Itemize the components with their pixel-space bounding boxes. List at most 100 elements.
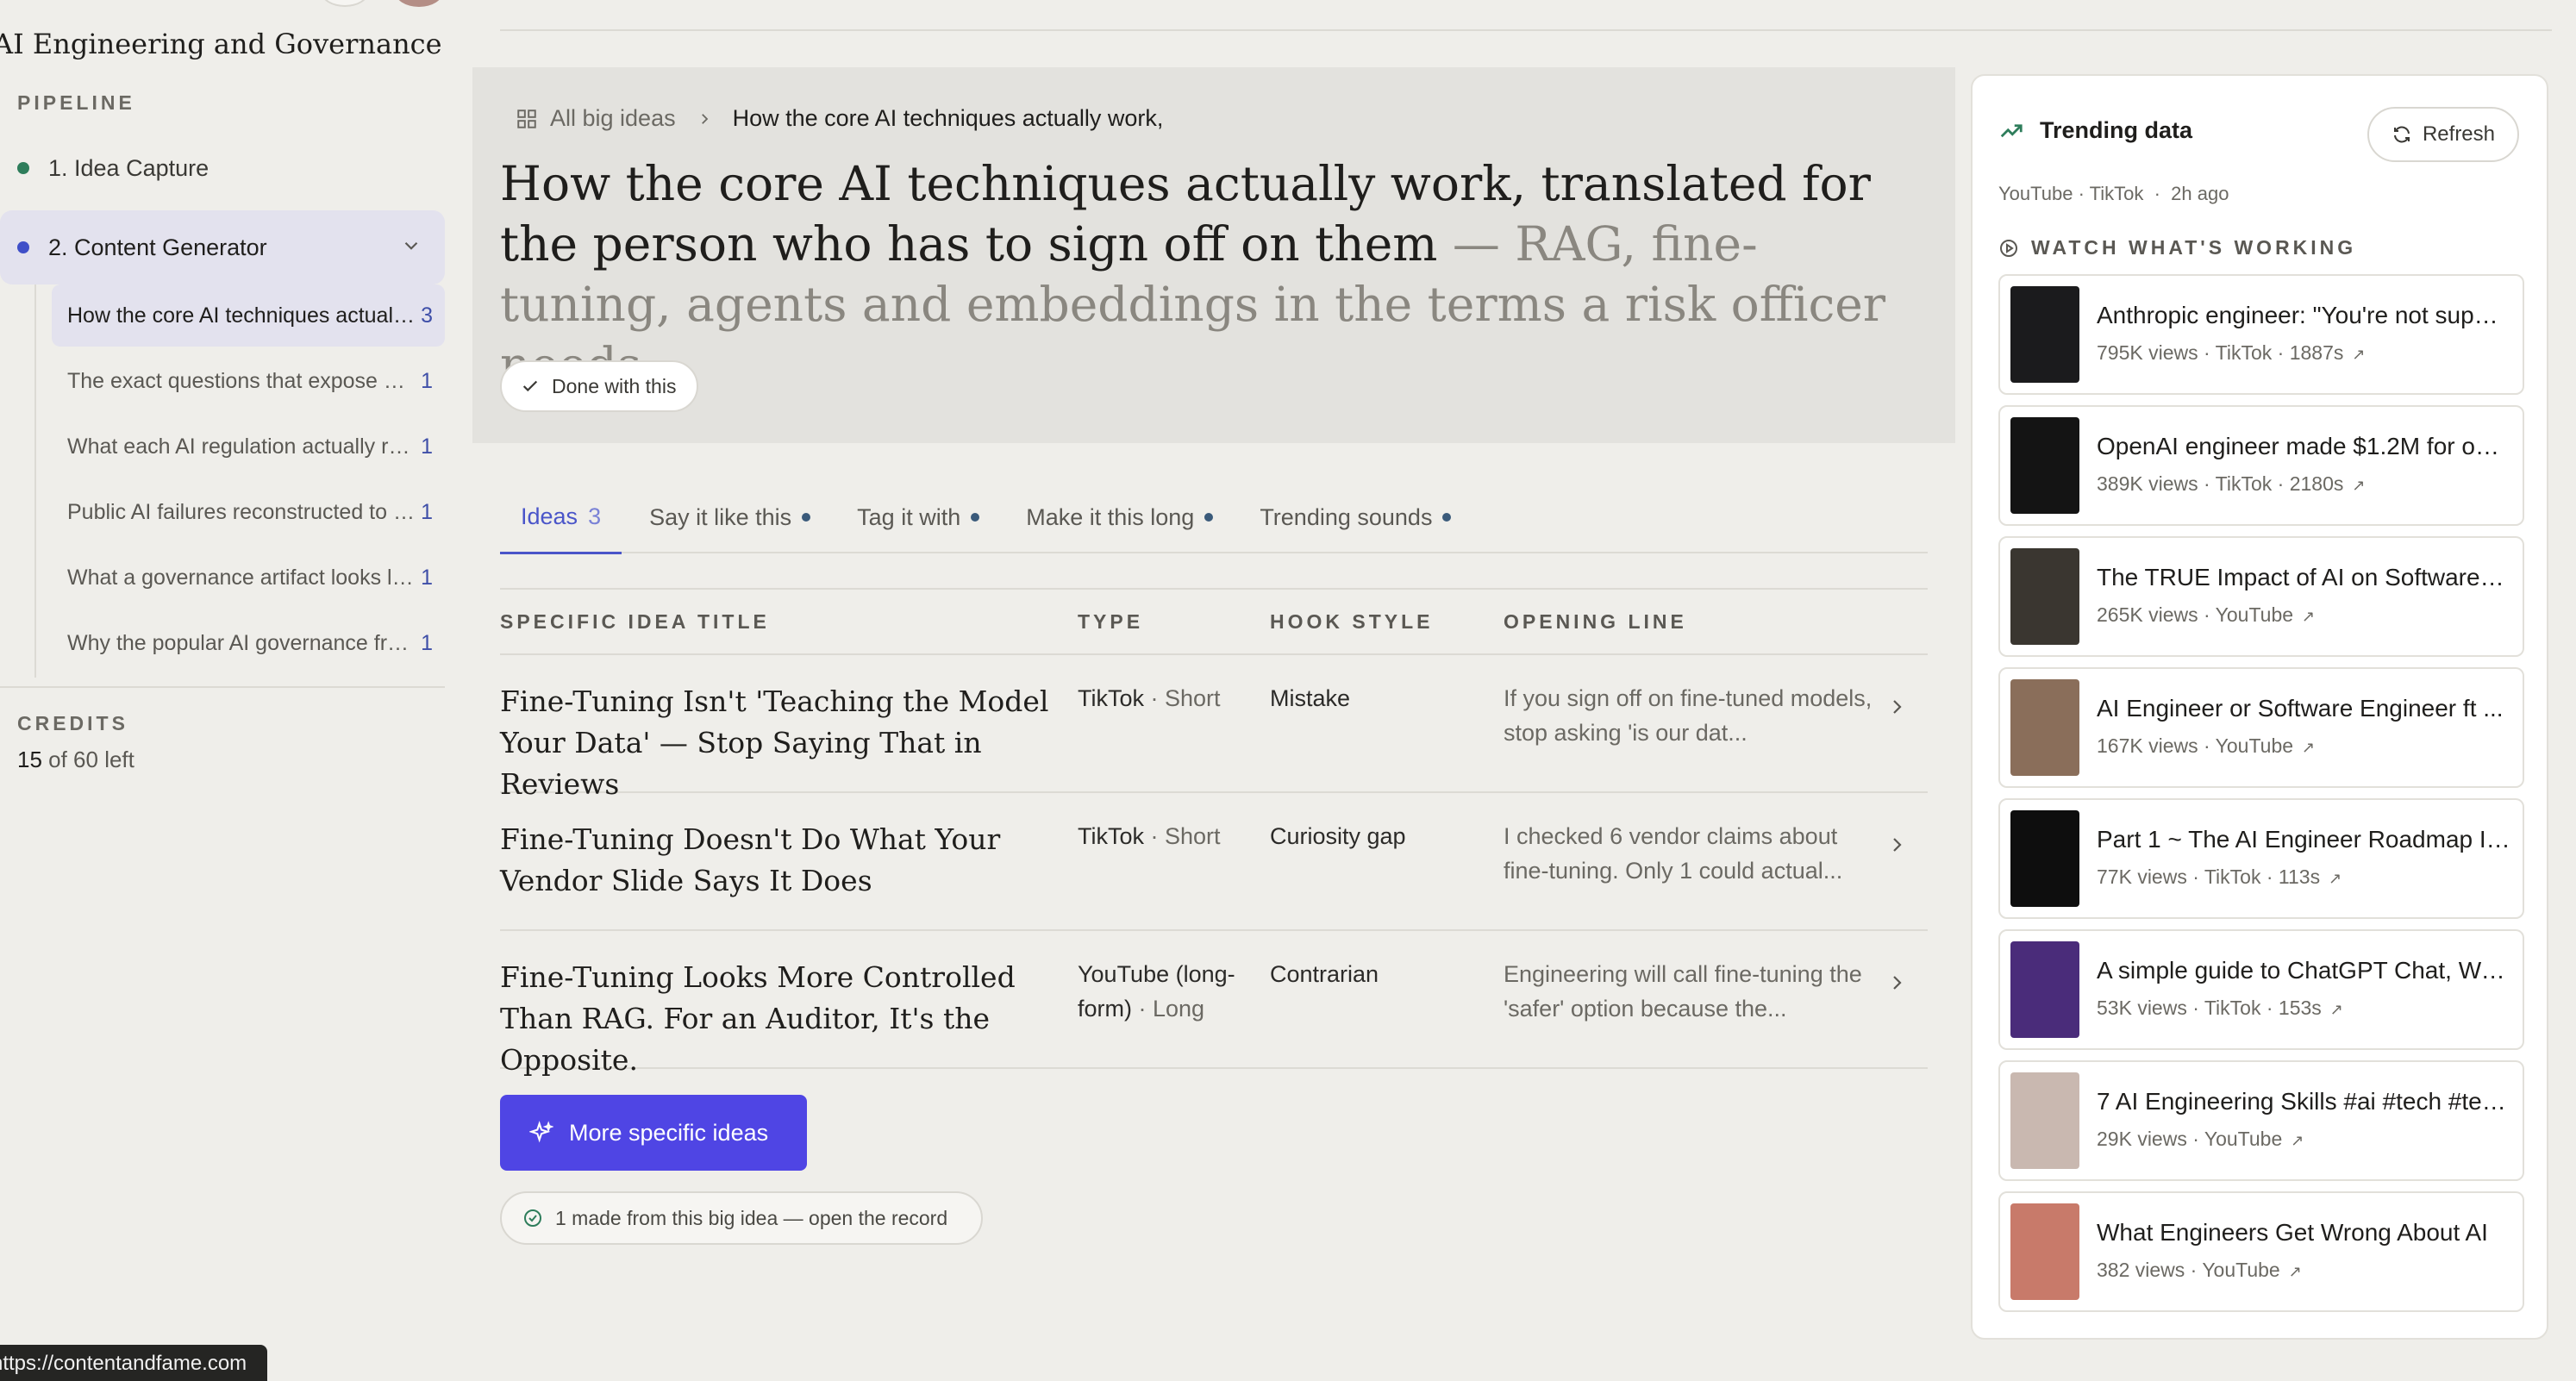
idea-title: Fine-Tuning Isn't 'Teaching the Model Yo… [500, 684, 1049, 801]
trending-up-icon [2000, 123, 2023, 137]
workspace-title: AI Engineering and Governance [0, 28, 442, 60]
status-dot [971, 513, 980, 522]
status-dot [802, 513, 811, 522]
done-label: Done with this [552, 374, 677, 397]
status-dot [1204, 513, 1214, 522]
step-label: 2. Content Generator [48, 234, 267, 260]
trending-sources: YouTube · TikTok · 2h ago [1998, 183, 2229, 204]
video-card[interactable]: OpenAI engineer made $1.2M for one... 38… [1998, 405, 2524, 526]
external-link-icon: ↗ [2302, 608, 2316, 625]
breadcrumb-current: How the core AI techniques actually work… [732, 105, 1164, 131]
ideas-table: SPECIFIC IDEA TITLE TYPE HOOK STYLE OPEN… [500, 588, 1928, 1077]
big-idea-label: How the core AI techniques actually work… [67, 303, 416, 328]
video-views: 77K views [2097, 865, 2187, 888]
chevron-down-icon[interactable] [400, 234, 422, 257]
watch-label-text: WATCH WHAT'S WORKING [2031, 236, 2357, 259]
big-idea-count: 1 [421, 499, 433, 524]
tab-label: Tag it with [857, 503, 961, 530]
credits-rest: of 60 left [41, 747, 134, 772]
external-link-icon: ↗ [2288, 1263, 2302, 1280]
credits-remaining: 15 of 60 left [17, 747, 134, 773]
video-platform: YouTube [2215, 734, 2294, 757]
external-link-icon: ↗ [2302, 739, 2316, 756]
big-idea-item[interactable]: Public AI failures reconstructed to show… [52, 481, 445, 543]
video-title: What Engineers Get Wrong About AI [2097, 1219, 2488, 1246]
top-divider [500, 29, 2552, 31]
video-card[interactable]: AI Engineer or Software Engineer ft ... … [1998, 667, 2524, 788]
help-button[interactable] [321, 0, 369, 7]
check-icon [522, 380, 538, 392]
column-header: OPENING LINE [1504, 610, 1687, 633]
tab-make-it-this-long[interactable]: Make it this long [1026, 481, 1214, 553]
video-card[interactable]: Anthropic engineer: "You're not supposed… [1998, 274, 2524, 395]
user-avatar[interactable] [395, 0, 443, 7]
tab-say-it-like-this[interactable]: Say it like this [649, 481, 811, 553]
big-idea-label: The exact questions that expose weak AI … [67, 368, 416, 393]
tab-ideas[interactable]: Ideas 3 [500, 481, 622, 554]
column-header: SPECIFIC IDEA TITLE [500, 610, 770, 633]
big-idea-label: What a governance artifact looks like wh… [67, 565, 416, 590]
big-idea-item[interactable]: What each AI regulation actually require… [52, 416, 445, 478]
chevron-right-icon[interactable] [1886, 834, 1907, 855]
refresh-button[interactable]: Refresh [2367, 107, 2519, 162]
big-idea-item[interactable]: What a governance artifact looks like wh… [52, 547, 445, 609]
credits-label: CREDITS [17, 712, 128, 734]
trending-header: Trending data [1998, 117, 2192, 144]
video-thumbnail [2010, 941, 2079, 1038]
idea-hook-style: Mistake [1270, 685, 1351, 711]
status-url: https://contentandfame.com [0, 1352, 247, 1375]
idea-type: TikTok · Short [1078, 685, 1221, 711]
more-ideas-button[interactable]: More specific ideas [500, 1095, 807, 1171]
tab-trending-sounds[interactable]: Trending sounds [1260, 481, 1452, 553]
refresh-icon [2393, 126, 2410, 143]
video-views: 167K views [2097, 734, 2198, 757]
video-card[interactable]: What Engineers Get Wrong About AI 382 vi… [1998, 1191, 2524, 1312]
video-thumbnail [2010, 548, 2079, 645]
chevron-right-icon[interactable] [1886, 972, 1907, 993]
done-button[interactable]: Done with this [500, 360, 699, 412]
big-idea-count: 3 [421, 303, 433, 328]
video-thumbnail [2010, 286, 2079, 383]
breadcrumb-root-link[interactable]: All big ideas [550, 105, 676, 132]
tab-tag-it-with[interactable]: Tag it with [857, 481, 980, 553]
video-title: A simple guide to ChatGPT Chat, Work and… [2097, 957, 2510, 984]
play-circle-icon [2000, 239, 2017, 257]
big-idea-item[interactable]: The exact questions that expose weak AI … [52, 350, 445, 412]
table-header: SPECIFIC IDEA TITLE TYPE HOOK STYLE OPEN… [500, 588, 1928, 655]
tab-label: Say it like this [649, 503, 792, 530]
big-idea-count: 1 [421, 434, 433, 459]
video-platform: YouTube [2204, 1128, 2283, 1150]
video-card[interactable]: 7 AI Engineering Skills #ai #tech #techj… [1998, 1060, 2524, 1181]
trending-title: Trending data [2040, 117, 2193, 143]
video-views: 53K views [2097, 997, 2187, 1019]
sidebar-step-idea-capture[interactable]: 1. Idea Capture [0, 131, 445, 205]
check-circle-icon [524, 1209, 541, 1227]
big-idea-item[interactable]: How the core AI techniques actually work… [52, 284, 445, 347]
big-idea-item[interactable]: Why the popular AI governance frameworks… [52, 612, 445, 674]
sidebar-step-content-generator[interactable]: 2. Content Generator [0, 210, 445, 284]
video-meta: 389K views · TikTok · 2180s ↗ [2097, 472, 2366, 495]
video-thumbnail [2010, 417, 2079, 514]
table-row[interactable]: Fine-Tuning Isn't 'Teaching the Model Yo… [500, 655, 1928, 801]
video-card[interactable]: A simple guide to ChatGPT Chat, Work and… [1998, 929, 2524, 1050]
video-meta: 382 views · YouTube ↗ [2097, 1259, 2302, 1281]
video-views: 29K views [2097, 1128, 2187, 1150]
video-card[interactable]: The TRUE Impact of AI on Software Engine… [1998, 536, 2524, 657]
chevron-right-icon[interactable] [1886, 697, 1907, 717]
video-list: Anthropic engineer: "You're not supposed… [1998, 274, 2524, 1322]
status-dot [17, 162, 29, 174]
source-list: YouTube · TikTok [1998, 183, 2144, 204]
video-card[interactable]: Part 1 ~ The AI Engineer Roadmap I wish … [1998, 798, 2524, 919]
video-meta: 77K views · TikTok · 113s ↗ [2097, 865, 2342, 888]
video-title: OpenAI engineer made $1.2M for one... [2097, 433, 2510, 459]
credits-used: 15 [17, 747, 42, 772]
table-row[interactable]: Fine-Tuning Looks More Controlled Than R… [500, 931, 1928, 1077]
open-record-button[interactable]: 1 made from this big idea — open the rec… [500, 1191, 983, 1245]
table-row[interactable]: Fine-Tuning Doesn't Do What Your Vendor … [500, 793, 1928, 931]
video-platform: TikTok [2204, 997, 2261, 1019]
video-platform: YouTube [2215, 603, 2294, 626]
video-meta: 795K views · TikTok · 1887s ↗ [2097, 341, 2366, 364]
big-idea-count: 1 [421, 630, 433, 655]
idea-type: TikTok · Short [1078, 823, 1221, 849]
breadcrumb: All big ideas How the core AI techniques… [516, 105, 1164, 132]
